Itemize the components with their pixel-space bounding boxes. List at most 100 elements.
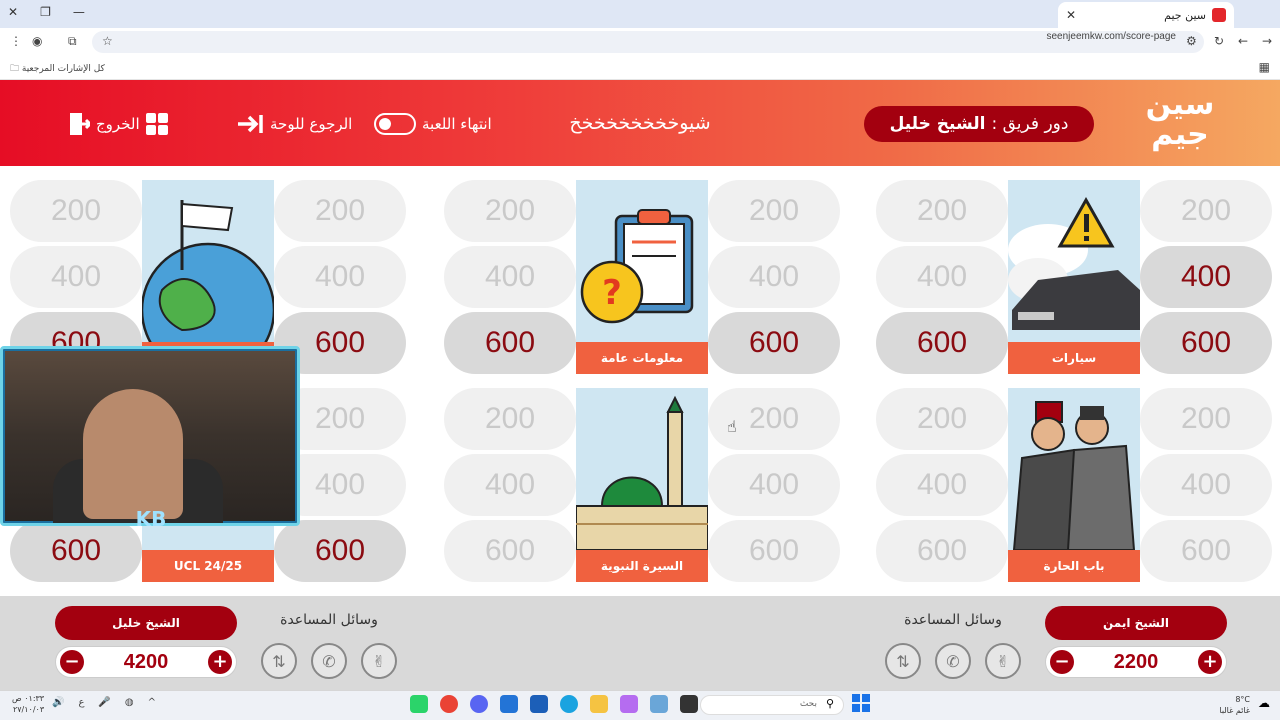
tile-babalhara-right-400[interactable]: 400 bbox=[1140, 454, 1272, 516]
volume-icon[interactable]: 🔊 bbox=[52, 697, 64, 708]
terminal-icon[interactable] bbox=[680, 695, 698, 713]
category-card-seerah: السيرة النبوية bbox=[576, 388, 708, 582]
tile-hidden-right-600[interactable]: 600 bbox=[274, 520, 406, 582]
toggle-switch-icon[interactable] bbox=[374, 113, 416, 135]
increase-score-button[interactable]: + bbox=[1198, 650, 1222, 674]
end-game-label: انتهاء اللعبة bbox=[422, 115, 492, 133]
taskbar-clock[interactable]: ٠١:٣٣ ص ٢٧/١٠/٠٣ bbox=[12, 693, 44, 715]
tile-ucl-left-400[interactable]: 400 bbox=[10, 246, 142, 308]
minimize-window-icon[interactable]: — bbox=[73, 5, 85, 19]
system-tray: 🔊 ع 🎤 ◍ ^ bbox=[52, 697, 156, 708]
back-to-board-button[interactable]: الرجوع للوحة bbox=[236, 110, 352, 138]
decrease-score-button[interactable]: − bbox=[1050, 650, 1074, 674]
profile-avatar-icon[interactable]: ◉ bbox=[32, 34, 42, 48]
tile-ucl-right-200[interactable]: 200 bbox=[274, 180, 406, 242]
tile-cars-left-400[interactable]: 400 bbox=[876, 246, 1008, 308]
tile-seerah-left-400[interactable]: 400 bbox=[444, 454, 576, 516]
edge-icon[interactable] bbox=[560, 695, 578, 713]
turn-prefix: دور فريق : bbox=[991, 114, 1069, 134]
taskbar-weather[interactable]: 8°C غائم غالبا bbox=[1219, 694, 1250, 716]
car-warning-icon bbox=[1008, 196, 1140, 330]
extensions-icon[interactable]: ⧉ bbox=[68, 34, 77, 49]
tile-cars-right-400[interactable]: 400 bbox=[1140, 246, 1272, 308]
reload-icon[interactable]: ↻ bbox=[1214, 34, 1224, 48]
menu-dots-icon[interactable]: ⋮ bbox=[10, 34, 22, 48]
forward-icon[interactable]: ← bbox=[1238, 34, 1248, 48]
exit-button[interactable]: الخروج bbox=[68, 110, 140, 138]
mail-icon[interactable] bbox=[500, 695, 518, 713]
swap-aid-icon[interactable]: ⇅ bbox=[261, 643, 297, 679]
team-name-right: الشيخ ايمن bbox=[1045, 606, 1227, 640]
logo-line-2: جيم bbox=[1151, 117, 1209, 152]
taskbar-search[interactable]: بحث bbox=[700, 695, 844, 715]
arrow-to-line-icon bbox=[238, 115, 263, 133]
tile-general-left-200[interactable]: 200 bbox=[444, 180, 576, 242]
taskbar-apps bbox=[410, 695, 698, 713]
apps-grid-icon[interactable]: ▦ bbox=[1259, 60, 1270, 74]
tile-babalhara-left-400[interactable]: 400 bbox=[876, 454, 1008, 516]
tile-seerah-right-600[interactable]: 600 bbox=[708, 520, 840, 582]
tile-seerah-left-600[interactable]: 600 bbox=[444, 520, 576, 582]
file-explorer-icon[interactable] bbox=[590, 695, 608, 713]
tile-cars-right-200[interactable]: 200 bbox=[1140, 180, 1272, 242]
increase-score-button[interactable]: + bbox=[208, 650, 232, 674]
category-label: معلومات عامة bbox=[576, 342, 708, 374]
tile-general-left-600[interactable]: 600 bbox=[444, 312, 576, 374]
tile-cars-left-200[interactable]: 200 bbox=[876, 180, 1008, 242]
back-icon[interactable]: → bbox=[1262, 34, 1272, 48]
windows-start-icon[interactable] bbox=[852, 694, 870, 712]
all-bookmarks-link[interactable]: كل الإشارات المرجعية 🗀 bbox=[10, 61, 105, 77]
url-text[interactable]: seenjeemkw.com/score-page bbox=[1046, 31, 1176, 42]
tile-general-right-200[interactable]: 200 bbox=[708, 180, 840, 242]
call-friend-aid-icon[interactable]: ✆ bbox=[935, 643, 971, 679]
tile-general-right-400[interactable]: 400 bbox=[708, 246, 840, 308]
chat-app-icon[interactable] bbox=[410, 695, 428, 713]
photos-icon[interactable] bbox=[650, 695, 668, 713]
tile-ucl-right-400[interactable]: 400 bbox=[274, 246, 406, 308]
tile-babalhara-right-600[interactable]: 600 bbox=[1140, 520, 1272, 582]
tile-seerah-right-400[interactable]: 400 bbox=[708, 454, 840, 516]
board-grid-button[interactable] bbox=[146, 110, 168, 138]
chrome-icon[interactable] bbox=[440, 695, 458, 713]
aids-title-left: وسائل المساعدة bbox=[280, 612, 378, 628]
aids-title-right: وسائل المساعدة bbox=[904, 612, 1002, 628]
end-game-toggle[interactable]: انتهاء اللعبة bbox=[374, 110, 492, 138]
tile-cars-right-600[interactable]: 600 bbox=[1140, 312, 1272, 374]
team-name-left: الشيخ خليل bbox=[55, 606, 237, 640]
network-icon[interactable]: ◍ bbox=[125, 697, 134, 708]
copilot-icon[interactable] bbox=[620, 695, 638, 713]
bookmark-star-icon[interactable]: ☆ bbox=[102, 34, 113, 48]
score-stepper-right: − 2200 + bbox=[1045, 646, 1227, 678]
tile-babalhara-left-600[interactable]: 600 bbox=[876, 520, 1008, 582]
tile-babalhara-left-200[interactable]: 200 bbox=[876, 388, 1008, 450]
tile-babalhara-right-200[interactable]: 200 bbox=[1140, 388, 1272, 450]
call-friend-aid-icon[interactable]: ✆ bbox=[311, 643, 347, 679]
tile-ucl-left-200[interactable]: 200 bbox=[10, 180, 142, 242]
tile-general-right-600[interactable]: 600 bbox=[708, 312, 840, 374]
site-logo[interactable]: سين جيم bbox=[1140, 90, 1220, 158]
browser-tab[interactable]: سين جيم ✕ bbox=[1058, 2, 1234, 28]
two-answers-aid-icon[interactable]: ✌ bbox=[985, 643, 1021, 679]
omnibox[interactable] bbox=[92, 31, 1204, 53]
tile-cars-left-600[interactable]: 600 bbox=[876, 312, 1008, 374]
window-controls: ✕ ❐ — bbox=[8, 5, 85, 19]
tile-general-left-400[interactable]: 400 bbox=[444, 246, 576, 308]
current-turn-indicator: دور فريق : الشيخ خليل bbox=[864, 106, 1094, 142]
site-favicon-icon bbox=[1212, 8, 1226, 22]
close-tab-icon[interactable]: ✕ bbox=[1066, 8, 1076, 22]
two-answers-aid-icon[interactable]: ✌ bbox=[361, 643, 397, 679]
store-icon[interactable] bbox=[530, 695, 548, 713]
clock-date: ٢٧/١٠/٠٣ bbox=[12, 705, 45, 714]
swap-aid-icon[interactable]: ⇅ bbox=[885, 643, 921, 679]
tile-seerah-left-200[interactable]: 200 bbox=[444, 388, 576, 450]
language-indicator[interactable]: ع bbox=[78, 697, 84, 708]
microphone-icon[interactable]: 🎤 bbox=[98, 697, 110, 708]
weather-temp: 8°C bbox=[1235, 695, 1250, 704]
site-settings-icon[interactable]: ⚙ bbox=[1186, 34, 1197, 48]
decrease-score-button[interactable]: − bbox=[60, 650, 84, 674]
restore-window-icon[interactable]: ❐ bbox=[40, 5, 51, 19]
tray-chevron-icon[interactable]: ^ bbox=[148, 697, 156, 708]
discord-icon[interactable] bbox=[470, 695, 488, 713]
close-window-icon[interactable]: ✕ bbox=[8, 5, 18, 19]
category-card-bab-alhara: باب الحارة bbox=[1008, 388, 1140, 582]
